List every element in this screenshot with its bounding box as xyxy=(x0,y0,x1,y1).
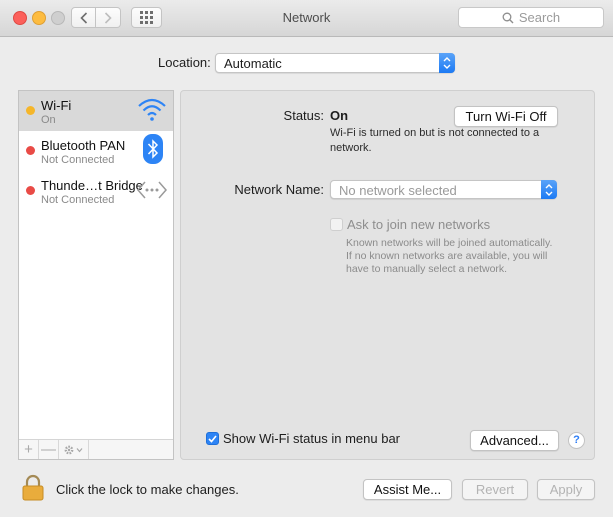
service-list-toolbar: + — xyxy=(19,439,173,459)
status-label: Status: xyxy=(283,108,324,123)
popup-arrows-icon xyxy=(439,53,455,73)
ask-to-join-checkbox[interactable] xyxy=(330,218,343,231)
turn-wifi-off-button[interactable]: Turn Wi-Fi Off xyxy=(454,106,558,127)
location-value: Automatic xyxy=(224,56,282,71)
service-status: Not Connected xyxy=(41,194,115,206)
status-dot xyxy=(26,186,35,195)
search-placeholder: Search xyxy=(518,10,561,25)
network-name-label: Network Name: xyxy=(234,182,324,197)
lock-icon[interactable] xyxy=(22,474,44,504)
location-popup[interactable]: Automatic xyxy=(215,53,455,73)
status-value: On xyxy=(330,108,349,123)
wifi-icon xyxy=(137,96,167,127)
service-list: Wi-Fi On Bluetooth PAN Not Connected Thu… xyxy=(18,90,174,460)
lock-message: Click the lock to make changes. xyxy=(56,482,239,497)
apply-button[interactable]: Apply xyxy=(537,479,595,500)
status-dot xyxy=(26,106,35,115)
service-name: Bluetooth PAN xyxy=(41,138,126,153)
title-bar: Network Search xyxy=(0,0,613,37)
service-status: Not Connected xyxy=(41,154,115,166)
network-name-popup[interactable]: No network selected xyxy=(330,180,557,199)
thunderbolt-bridge-icon xyxy=(137,178,167,205)
status-description: Wi-Fi is turned on but is not connected … xyxy=(330,127,540,154)
show-wifi-status-checkbox[interactable] xyxy=(206,432,219,445)
service-item-wifi[interactable]: Wi-Fi On xyxy=(19,91,173,131)
advanced-button[interactable]: Advanced... xyxy=(470,430,559,451)
location-label: Location: xyxy=(158,55,211,70)
service-item-bluetooth-pan[interactable]: Bluetooth PAN Not Connected xyxy=(19,131,173,171)
bluetooth-icon xyxy=(143,134,163,167)
search-field[interactable]: Search xyxy=(458,7,604,28)
ask-to-join-description: Known networks will be joined automatica… xyxy=(346,237,553,275)
detail-panel: Status: On Turn Wi-Fi Off Wi-Fi is turne… xyxy=(180,90,595,460)
network-name-placeholder: No network selected xyxy=(339,183,457,198)
assist-me-button[interactable]: Assist Me... xyxy=(363,479,452,500)
show-wifi-status-label: Show Wi-Fi status in menu bar xyxy=(223,431,401,446)
service-name: Wi-Fi xyxy=(41,98,72,113)
search-icon xyxy=(502,12,514,23)
ask-to-join-label: Ask to join new networks xyxy=(347,217,491,232)
service-item-thunderbolt-bridge[interactable]: Thunde…t Bridge Not Connected xyxy=(19,171,173,211)
remove-service-button[interactable]: — xyxy=(39,440,59,459)
checkmark-icon xyxy=(208,434,217,443)
status-dot xyxy=(26,146,35,155)
service-name: Thunde…t Bridge xyxy=(41,178,143,193)
revert-button[interactable]: Revert xyxy=(462,479,528,500)
gear-icon xyxy=(64,445,82,454)
add-service-button[interactable]: + xyxy=(19,440,39,459)
help-button[interactable]: ? xyxy=(568,432,585,449)
network-preferences-window: Network Search Location: Automatic Wi-Fi… xyxy=(0,0,613,517)
service-actions-button[interactable] xyxy=(59,440,89,459)
service-status: On xyxy=(41,114,56,126)
popup-arrows-icon xyxy=(541,180,557,199)
